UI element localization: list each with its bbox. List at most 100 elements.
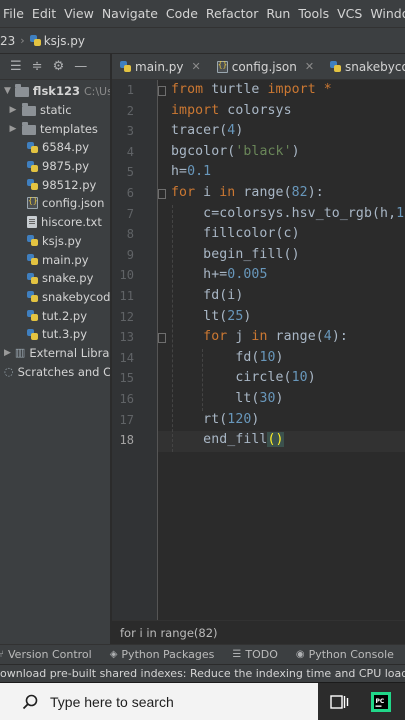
- breadcrumb-file[interactable]: ksjs.py: [29, 33, 86, 48]
- tab-snakebycode-py[interactable]: snakebycode.py: [322, 54, 405, 79]
- python-file-icon: [27, 291, 38, 303]
- code-line[interactable]: lt(30): [171, 391, 284, 406]
- menu-navigate[interactable]: Navigate: [98, 0, 162, 27]
- hide-icon[interactable]: —: [74, 60, 87, 73]
- code-line[interactable]: circle(10): [171, 370, 316, 385]
- menu-view[interactable]: View: [60, 0, 98, 27]
- fold-icon[interactable]: [158, 86, 166, 96]
- code-line[interactable]: c=colorsys.hsv_to_rgb(h,1,1): [171, 206, 405, 221]
- line-number: 4: [126, 144, 134, 159]
- menu-code[interactable]: Code: [162, 0, 202, 27]
- code-line[interactable]: lt(25): [171, 309, 251, 324]
- tree-item-tut-2-py[interactable]: tut.2.py: [0, 306, 110, 325]
- tree-item-main-py[interactable]: main.py: [0, 250, 110, 269]
- editor-tabs: main.py ✕ config.json ✕ snakebycode.py: [112, 54, 405, 80]
- tool-version-control[interactable]: ⑂ Version Control: [0, 648, 92, 661]
- json-file-icon: [27, 196, 38, 210]
- task-view-icon[interactable]: [318, 683, 360, 720]
- menu-window[interactable]: Window: [366, 0, 405, 27]
- tree-item-9875-py[interactable]: 9875.py: [0, 157, 110, 176]
- python-file-icon: [27, 160, 38, 172]
- code-line[interactable]: import colorsys: [171, 103, 292, 118]
- tool-python-packages[interactable]: ◈ Python Packages: [110, 648, 215, 661]
- breadcrumb-project[interactable]: 23: [0, 34, 15, 48]
- menu-run[interactable]: Run: [262, 0, 294, 27]
- folder-icon: [22, 103, 36, 117]
- select-opened-file-icon[interactable]: ☰: [10, 60, 22, 73]
- tree-item-external-libraries[interactable]: ▶▥External Libraries: [0, 344, 110, 363]
- code-line[interactable]: h+=0.005: [171, 267, 267, 282]
- tree-item-snake-py[interactable]: snake.py: [0, 269, 110, 288]
- code-line[interactable]: fd(10): [171, 350, 284, 365]
- tree-item-scratches-and-co[interactable]: ◌ Scratches and Co: [0, 362, 110, 381]
- python-file-icon: [120, 61, 131, 72]
- tree-item-flsk123[interactable]: ▼ flsk123C:\Users: [0, 82, 110, 101]
- tree-item-hiscore-txt[interactable]: hiscore.txt: [0, 213, 110, 232]
- python-file-icon: [27, 254, 38, 266]
- tree-item-98512-py[interactable]: 98512.py: [0, 175, 110, 194]
- tool-python-console[interactable]: ◉ Python Console: [296, 648, 394, 661]
- code-line[interactable]: end_fill(): [171, 432, 284, 448]
- tree-item-static[interactable]: ▶ static: [0, 101, 110, 120]
- code-line[interactable]: bgcolor('black'): [171, 144, 300, 159]
- code-line[interactable]: for i in range(82):: [171, 185, 324, 200]
- fold-icon[interactable]: [158, 189, 166, 199]
- tree-item-label: 6584.py: [42, 140, 90, 155]
- code-line[interactable]: rt(120): [171, 412, 259, 427]
- tree-item-label: 98512.py: [42, 177, 97, 192]
- tree-item-label: snake.py: [42, 271, 94, 286]
- chevron-right-icon[interactable]: ▶: [4, 348, 11, 358]
- navigation-bar: 23 › ksjs.py: [0, 28, 405, 54]
- tree-item-6584-py[interactable]: 6584.py: [0, 138, 110, 157]
- code-line[interactable]: fillcolor(c): [171, 226, 300, 241]
- code-line[interactable]: for j in range(4):: [171, 329, 348, 344]
- tab-config-json[interactable]: config.json ✕: [209, 54, 322, 79]
- line-number: 15: [119, 371, 134, 386]
- fold-icon[interactable]: [158, 333, 166, 344]
- tool-todo[interactable]: ☰ TODO: [232, 648, 277, 661]
- menu-tools[interactable]: Tools: [294, 0, 333, 27]
- code-line[interactable]: fd(i): [171, 288, 243, 303]
- taskbar-search-box[interactable]: Type here to search: [0, 682, 318, 720]
- gear-icon[interactable]: ⚙: [53, 60, 65, 73]
- close-icon[interactable]: ✕: [192, 60, 201, 73]
- python-file-icon: [27, 272, 38, 284]
- tool-label: Python Packages: [121, 648, 215, 661]
- tree-item-label: hiscore.txt: [41, 215, 102, 230]
- code-editor[interactable]: 1 from turtle import * 2 import colorsys 3 tr…: [112, 80, 405, 620]
- tree-item-ksjs-py[interactable]: ksjs.py: [0, 232, 110, 251]
- editor-breadcrumb[interactable]: for i in range(82): [112, 620, 405, 644]
- pycharm-taskbar-icon[interactable]: PC: [360, 683, 402, 720]
- menu-file[interactable]: File: [0, 0, 28, 27]
- line-number: 5: [126, 165, 134, 180]
- chevron-down-icon[interactable]: ▼: [4, 86, 11, 96]
- tree-item-label: tut.3.py: [42, 327, 88, 342]
- code-line[interactable]: tracer(4): [171, 123, 243, 138]
- menu-edit[interactable]: Edit: [28, 0, 60, 27]
- tree-item-snakebycode[interactable]: snakebycode.: [0, 288, 110, 307]
- line-number: 7: [126, 206, 134, 221]
- code-line[interactable]: begin_fill(): [171, 247, 300, 262]
- package-icon: ◈: [109, 649, 118, 660]
- chevron-right-icon: ›: [20, 34, 25, 47]
- menu-bar: File Edit View Navigate Code Refactor Ru…: [0, 0, 405, 28]
- tree-item-label: External Libraries: [29, 345, 110, 360]
- breadcrumb-file-label: ksjs.py: [43, 33, 86, 48]
- tab-main-py[interactable]: main.py ✕: [112, 54, 209, 79]
- code-line[interactable]: from turtle import *: [171, 82, 332, 97]
- collapse-all-icon[interactable]: ≑: [32, 60, 43, 73]
- close-icon[interactable]: ✕: [305, 60, 314, 73]
- python-file-icon: [330, 61, 342, 72]
- code-line[interactable]: h=0.1: [171, 164, 211, 179]
- tree-item-label: static: [40, 103, 72, 118]
- tree-item-config-json[interactable]: config.json: [0, 194, 110, 213]
- tree-item-tut-3-py[interactable]: tut.3.py: [0, 325, 110, 344]
- chevron-right-icon[interactable]: ▶: [8, 124, 18, 134]
- menu-vcs[interactable]: VCS: [333, 0, 366, 27]
- tab-label: snakebycode.py: [345, 59, 405, 74]
- chevron-right-icon[interactable]: ▶: [8, 105, 18, 115]
- status-bar[interactable]: ownload pre-built shared indexes: Reduce…: [0, 664, 405, 682]
- line-number: 9: [126, 247, 134, 262]
- menu-refactor[interactable]: Refactor: [202, 0, 262, 27]
- tree-item-templates[interactable]: ▶ templates: [0, 119, 110, 138]
